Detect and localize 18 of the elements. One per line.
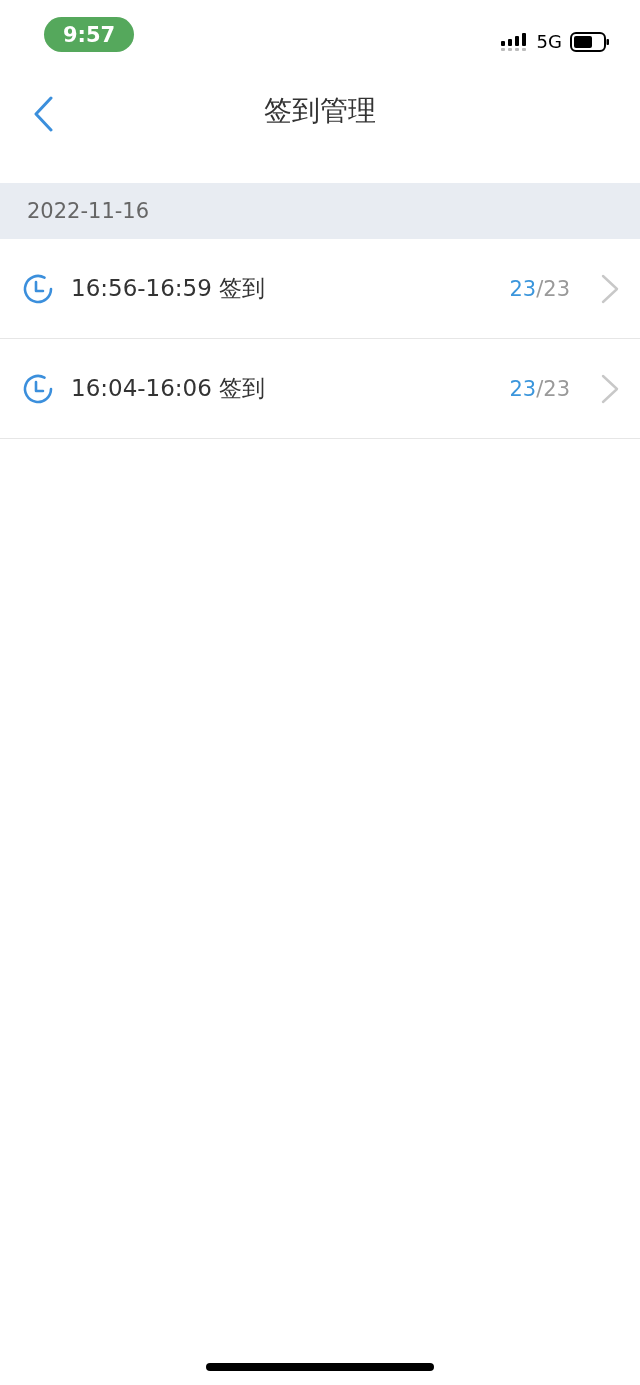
- battery-icon: [570, 31, 610, 52]
- page-title: 签到管理: [264, 92, 376, 129]
- date-header: 2022-11-16: [0, 183, 640, 239]
- status-time: 9:57: [44, 17, 134, 52]
- session-time: 16:04-16:06 签到: [71, 374, 267, 403]
- signal-icon: [500, 32, 529, 51]
- session-time: 16:56-16:59 签到: [71, 274, 267, 303]
- chevron-icon: [600, 372, 620, 405]
- session-row[interactable]: 16:56-16:59 签到 23/23: [0, 239, 640, 339]
- signed-count: 23: [509, 376, 537, 401]
- clock-icon: [22, 272, 54, 305]
- clock-icon: [22, 372, 54, 405]
- total-count: /23: [536, 376, 570, 401]
- chevron-icon: [600, 272, 620, 305]
- network-label: 5G: [536, 31, 562, 52]
- signed-count: 23: [509, 276, 537, 301]
- total-count: /23: [536, 276, 570, 301]
- session-row[interactable]: 16:04-16:06 签到 23/23: [0, 339, 640, 439]
